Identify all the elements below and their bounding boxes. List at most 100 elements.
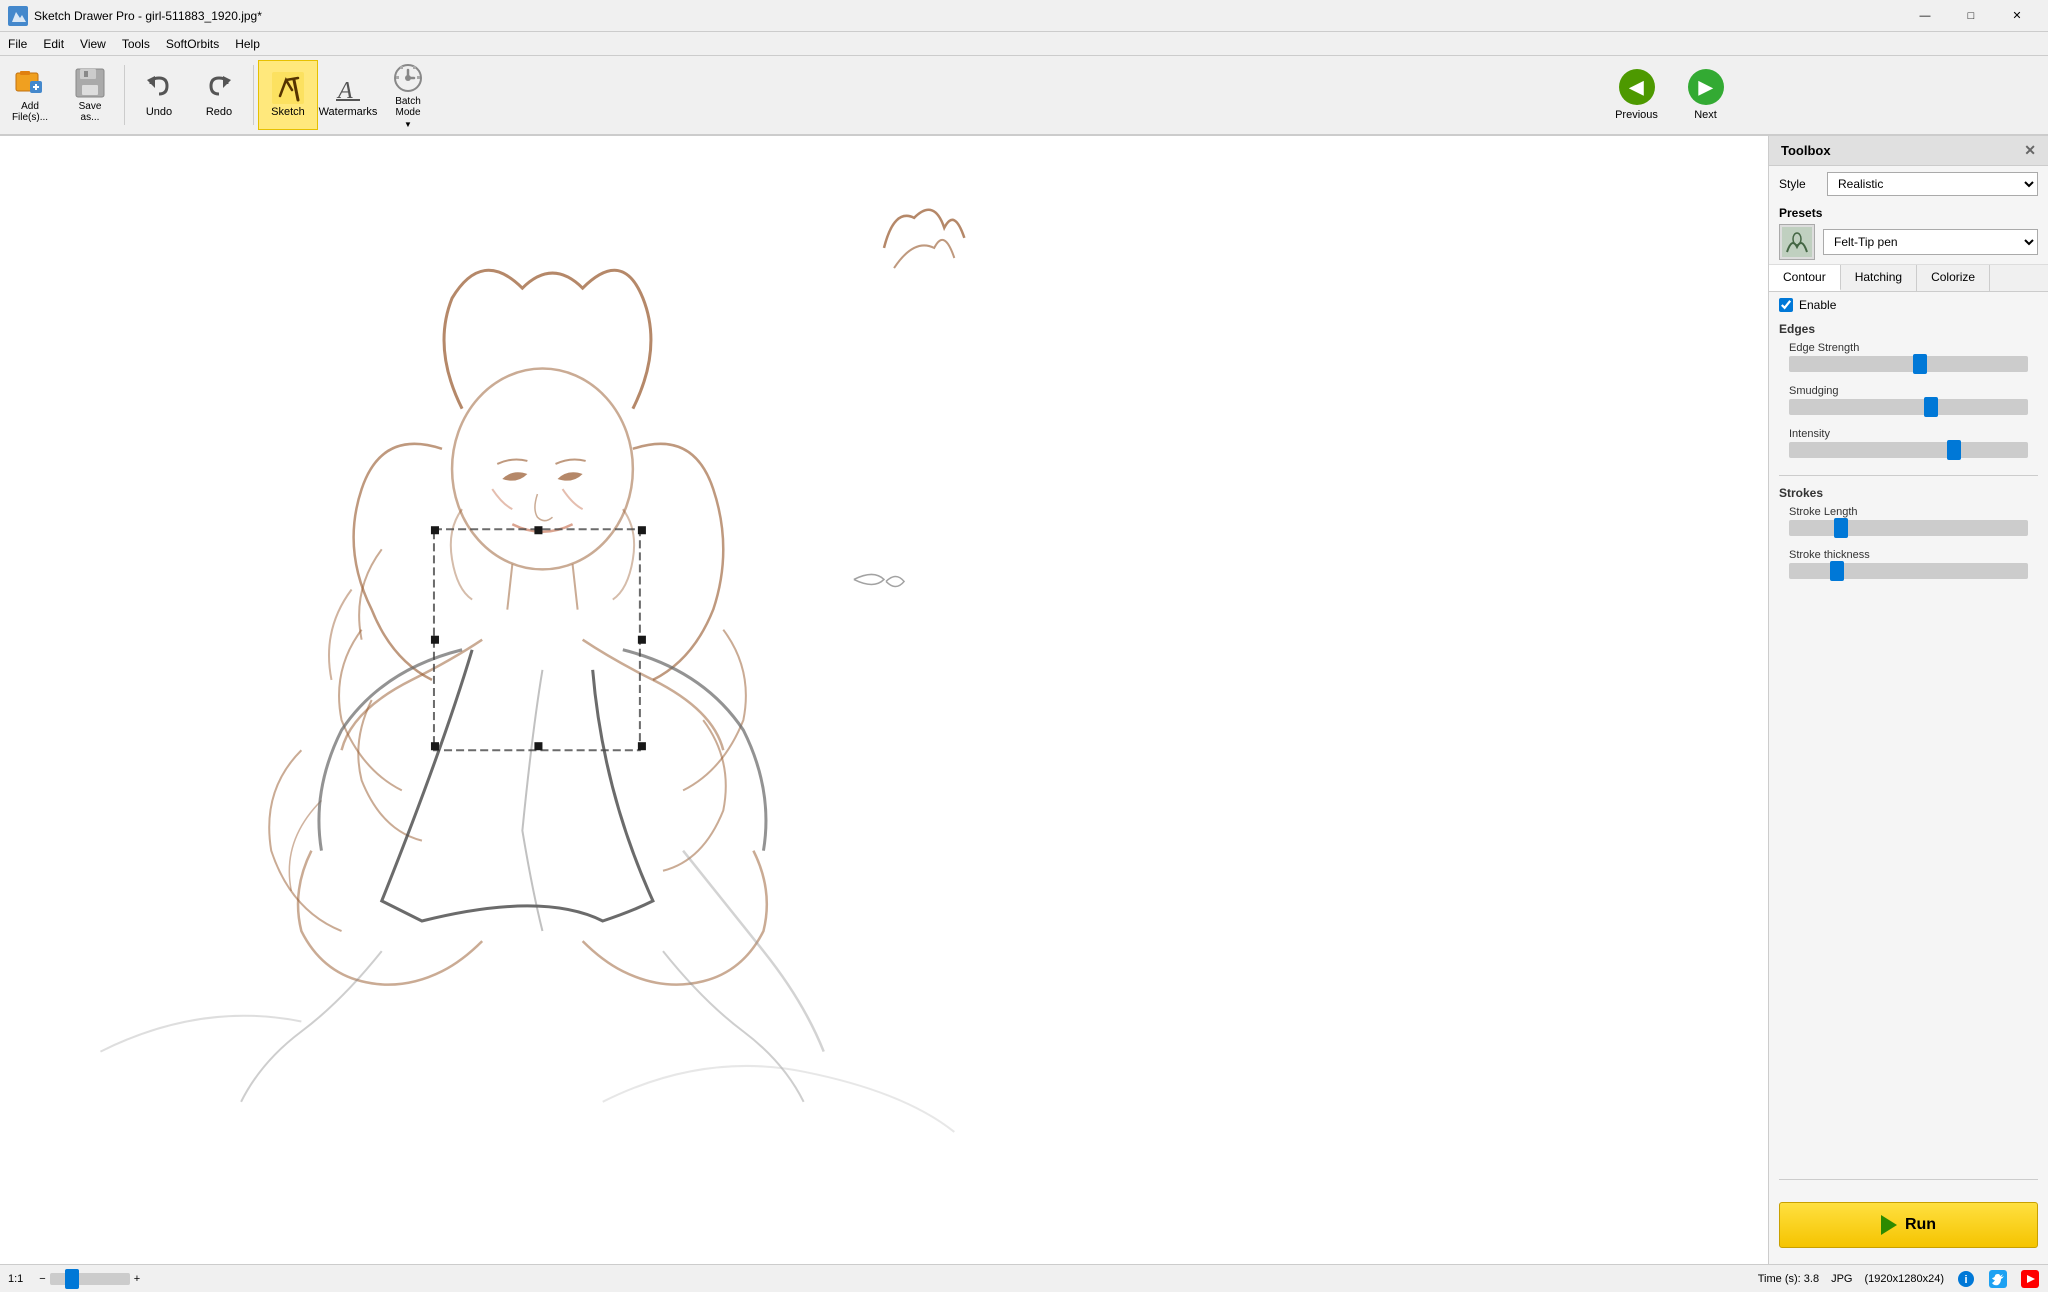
batch-mode-button[interactable]: BatchMode ▼ (378, 60, 438, 130)
tabs-row: Contour Hatching Colorize (1769, 265, 2048, 292)
enable-label: Enable (1799, 298, 1836, 312)
window-controls: — □ ✕ (1902, 0, 2040, 32)
previous-label: Previous (1615, 109, 1658, 121)
window-title: Sketch Drawer Pro - girl-511883_1920.jpg… (34, 9, 1902, 23)
minimize-button[interactable]: — (1902, 0, 1948, 32)
divider-2 (1779, 1179, 2038, 1180)
style-label: Style (1779, 177, 1819, 191)
canvas-inner (0, 136, 1768, 1264)
watermarks-button[interactable]: A Watermarks (318, 60, 378, 130)
tab-hatching[interactable]: Hatching (1841, 265, 1917, 291)
maximize-button[interactable]: □ (1948, 0, 1994, 32)
undo-label: Undo (146, 106, 172, 118)
presets-row: Felt-Tip pen Pencil Charcoal (1779, 224, 2038, 260)
stroke-thickness-slider[interactable] (1789, 563, 2028, 579)
nav-buttons: ◀ Previous ▶ Next (1604, 59, 1738, 131)
redo-button[interactable]: Redo (189, 60, 249, 130)
divider-1 (1779, 475, 2038, 476)
run-arrow-icon (1881, 1215, 1897, 1235)
save-icon (74, 67, 106, 99)
menu-view[interactable]: View (72, 32, 114, 55)
smudging-label: Smudging (1779, 385, 2038, 397)
menu-softorbits[interactable]: SoftOrbits (158, 32, 227, 55)
resolution-label: (1920x1280x24) (1864, 1273, 1944, 1285)
zoom-in-icon: + (134, 1273, 140, 1285)
next-button[interactable]: ▶ Next (1673, 59, 1738, 131)
run-button[interactable]: Run (1779, 1202, 2038, 1248)
toolbox-close-button[interactable]: ✕ (2024, 142, 2036, 159)
smudging-slider[interactable] (1789, 399, 2028, 415)
menu-file[interactable]: File (0, 32, 35, 55)
toolbox-title: Toolbox (1781, 143, 1831, 158)
intensity-label: Intensity (1779, 428, 2038, 440)
style-row: Style Realistic Cartoon Pencil (1769, 166, 2048, 202)
previous-icon: ◀ (1619, 69, 1655, 105)
menu-edit[interactable]: Edit (35, 32, 72, 55)
sketch-label: Sketch (271, 106, 305, 118)
add-files-icon (14, 67, 46, 99)
batch-mode-icon (392, 62, 424, 94)
presets-icon (1779, 224, 1815, 260)
main-content: Toolbox ✕ Style Realistic Cartoon Pencil… (0, 136, 2048, 1264)
batch-mode-label: BatchMode (395, 96, 421, 118)
redo-label: Redo (206, 106, 232, 118)
batch-dropdown-icon: ▼ (404, 120, 412, 129)
enable-checkbox[interactable] (1779, 298, 1793, 312)
zoom-label: 1:1 (8, 1273, 23, 1285)
intensity-row: Intensity (1769, 426, 2048, 469)
close-button[interactable]: ✕ (1994, 0, 2040, 32)
add-files-button[interactable]: AddFile(s)... (0, 60, 60, 130)
app-icon (8, 6, 28, 26)
previous-button[interactable]: ◀ Previous (1604, 59, 1669, 131)
status-bar: 1:1 − + Time (s): 3.8 JPG (1920x1280x24)… (0, 1264, 2048, 1292)
save-as-label: Saveas... (79, 101, 102, 123)
zoom-out-icon: − (39, 1273, 45, 1285)
format-label: JPG (1831, 1273, 1852, 1285)
toolbar-sep-2 (253, 65, 254, 125)
style-select[interactable]: Realistic Cartoon Pencil (1827, 172, 2038, 196)
zoom-controls: − + (39, 1273, 140, 1285)
edge-strength-label: Edge Strength (1779, 342, 2038, 354)
edges-section-header: Edges (1769, 318, 2048, 340)
tab-contour[interactable]: Contour (1769, 265, 1841, 291)
presets-label: Presets (1779, 206, 2038, 220)
stroke-length-row: Stroke Length (1769, 504, 2048, 547)
intensity-slider[interactable] (1789, 442, 2028, 458)
smudging-row: Smudging (1769, 383, 2048, 426)
redo-icon (203, 72, 235, 104)
edge-strength-slider[interactable] (1789, 356, 2028, 372)
title-bar: Sketch Drawer Pro - girl-511883_1920.jpg… (0, 0, 2048, 32)
menu-tools[interactable]: Tools (114, 32, 158, 55)
next-icon: ▶ (1688, 69, 1724, 105)
stroke-length-slider[interactable] (1789, 520, 2028, 536)
save-as-button[interactable]: Saveas... (60, 60, 120, 130)
sketch-button[interactable]: Sketch (258, 60, 318, 130)
strokes-section-header: Strokes (1769, 482, 2048, 504)
run-section: Run (1769, 1186, 2048, 1264)
toolbar-sep-1 (124, 65, 125, 125)
presets-section: Presets Felt-Tip pen Pencil Charcoal (1769, 202, 2048, 265)
menu-bar: File Edit View Tools SoftOrbits Help (0, 32, 2048, 56)
toolbox-panel: Toolbox ✕ Style Realistic Cartoon Pencil… (1768, 136, 2048, 1264)
sketch-icon (272, 72, 304, 104)
watermarks-label: Watermarks (319, 106, 378, 118)
presets-select[interactable]: Felt-Tip pen Pencil Charcoal (1823, 229, 2038, 255)
toolbox-header: Toolbox ✕ (1769, 136, 2048, 166)
status-right: Time (s): 3.8 JPG (1920x1280x24) i (1758, 1269, 2040, 1289)
svg-text:i: i (1964, 1274, 1967, 1286)
stroke-thickness-label: Stroke thickness (1779, 549, 2038, 561)
undo-button[interactable]: Undo (129, 60, 189, 130)
zoom-slider[interactable] (50, 1273, 130, 1285)
youtube-icon[interactable] (2020, 1269, 2040, 1289)
menu-help[interactable]: Help (227, 32, 268, 55)
tab-colorize[interactable]: Colorize (1917, 265, 1990, 291)
twitter-icon[interactable] (1988, 1269, 2008, 1289)
edge-strength-row: Edge Strength (1769, 340, 2048, 383)
info-icon[interactable]: i (1956, 1269, 1976, 1289)
sketch-image (0, 136, 1768, 1264)
undo-icon (143, 72, 175, 104)
watermarks-icon: A (332, 72, 364, 104)
add-files-label: AddFile(s)... (12, 101, 48, 123)
enable-row: Enable (1769, 292, 2048, 318)
canvas-area[interactable] (0, 136, 1768, 1264)
